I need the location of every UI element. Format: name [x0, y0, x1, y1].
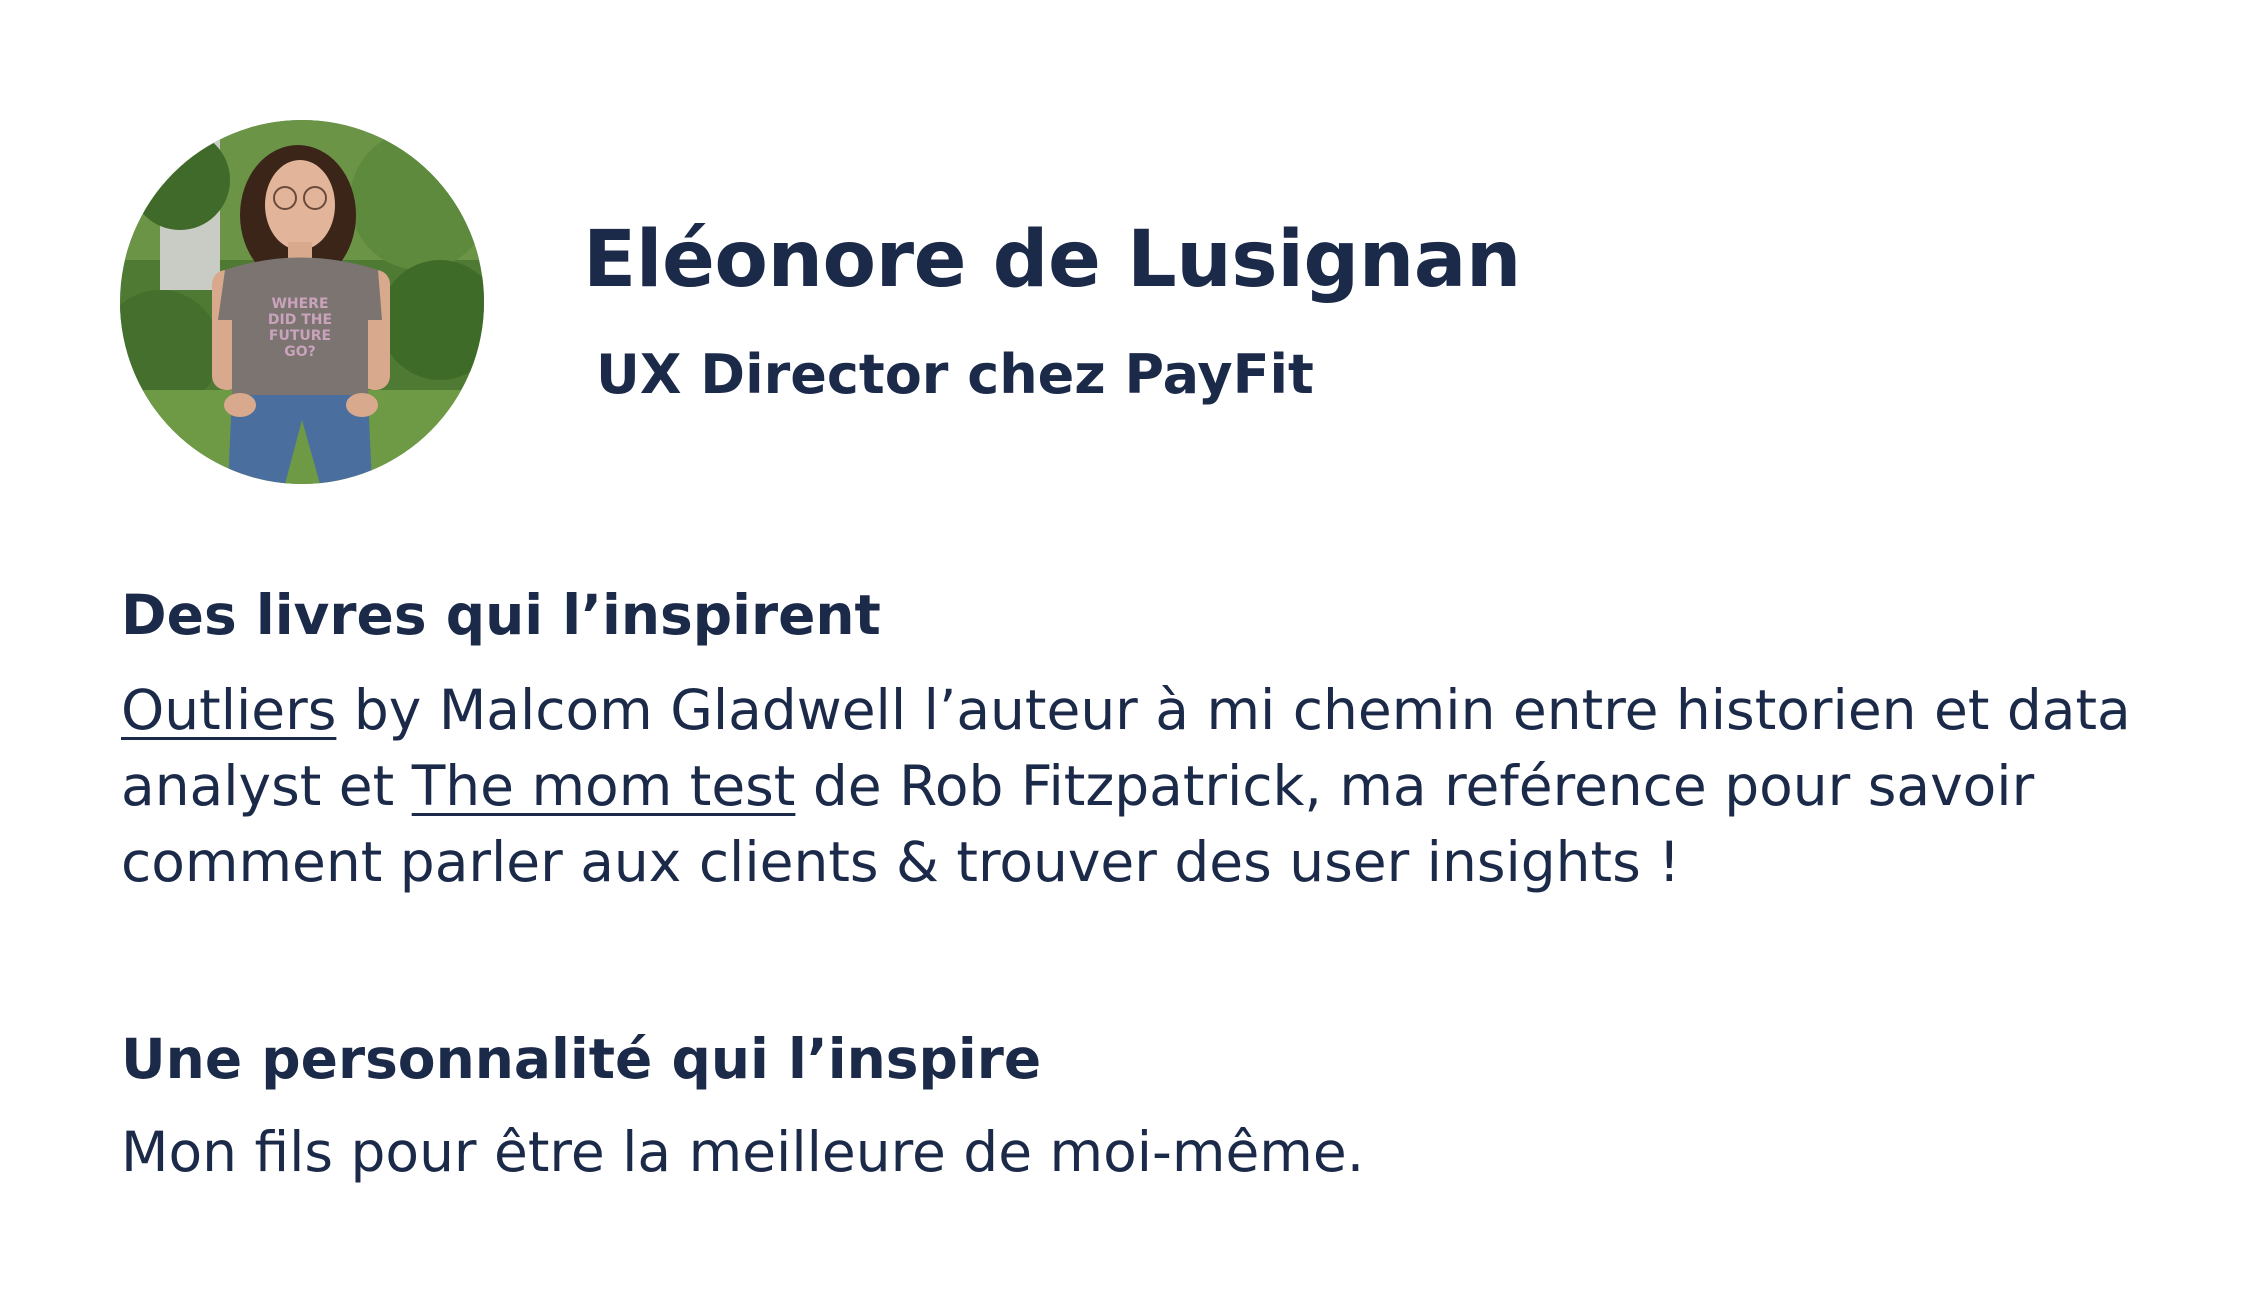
personality-section-title: Une personnalité qui l’inspire	[121, 1027, 1042, 1091]
books-section-title: Des livres qui l’inspirent	[121, 583, 881, 647]
book-link-mom-test[interactable]: The mom test	[412, 754, 796, 818]
tshirt-line-2: DID THE	[268, 312, 332, 328]
profile-photo: WHERE DID THE FUTURE GO?	[120, 120, 484, 484]
personality-section-body: Mon fils pour être la meilleure de moi-m…	[121, 1120, 1365, 1184]
person-name: Eléonore de Lusignan	[583, 215, 1521, 305]
tshirt-line-3: FUTURE	[269, 328, 331, 344]
person-role: UX Director chez PayFit	[596, 343, 1314, 406]
tshirt-line-1: WHERE	[271, 296, 328, 312]
books-section-body: Outliers by Malcom Gladwell l’auteur à m…	[121, 672, 2151, 900]
tshirt-line-4: GO?	[284, 344, 316, 360]
book-link-outliers[interactable]: Outliers	[121, 678, 336, 742]
